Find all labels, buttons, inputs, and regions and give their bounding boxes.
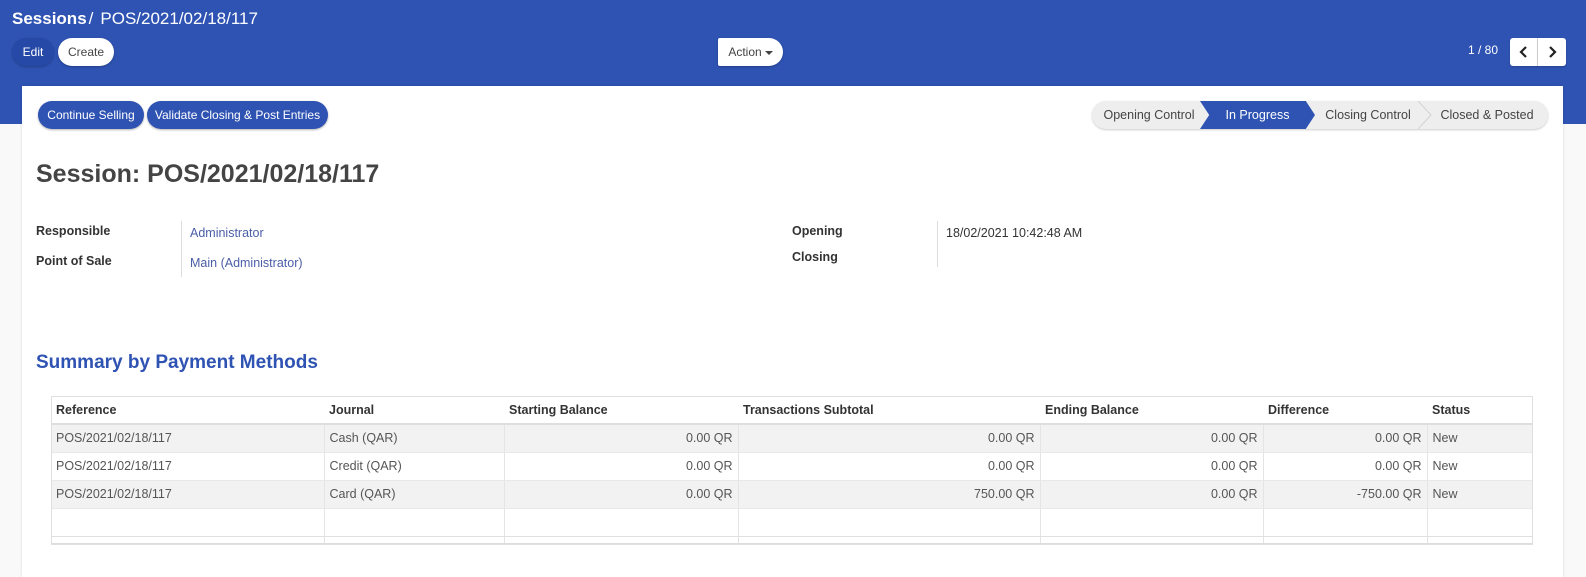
table-footer-row: [51, 536, 1533, 544]
table-header-row: Reference Journal Starting Balance Trans…: [51, 396, 1533, 425]
table-row[interactable]: POS/2021/02/18/117 Card (QAR) 0.00 QR 75…: [51, 480, 1533, 509]
point-of-sale-value[interactable]: Main (Administrator): [190, 256, 303, 270]
opening-label: Opening: [792, 224, 843, 238]
opening-value: 18/02/2021 10:42:48 AM: [946, 226, 1083, 240]
action-dropdown[interactable]: Action: [718, 38, 783, 66]
section-title: Summary by Payment Methods: [36, 352, 318, 373]
status-bar: Opening Control In Progress Closing Cont…: [1092, 101, 1548, 129]
pager-previous-button[interactable]: [1510, 38, 1538, 66]
cell-transactions-subtotal: 0.00 QR: [738, 424, 1041, 453]
cell-reference: POS/2021/02/18/117: [51, 424, 325, 453]
breadcrumb-sessions-link[interactable]: Sessions: [12, 9, 87, 28]
create-button[interactable]: Create: [58, 38, 114, 66]
column-header: Difference: [1263, 396, 1427, 425]
cell-starting-balance: 0.00 QR: [504, 424, 739, 453]
cell-ending-balance: 0.00 QR: [1040, 424, 1264, 453]
cell-difference: 0.00 QR: [1263, 424, 1428, 453]
chevron-right-icon: [1549, 46, 1557, 58]
cell-journal: Card (QAR): [324, 480, 505, 509]
chevron-left-icon: [1518, 46, 1527, 58]
stage-opening-control[interactable]: Opening Control: [1092, 101, 1206, 129]
cell-difference: -750.00 QR: [1263, 480, 1428, 509]
column-header: Starting Balance: [504, 396, 738, 425]
responsible-value[interactable]: Administrator: [190, 226, 264, 240]
stage-closing-control[interactable]: Closing Control: [1316, 101, 1420, 129]
field-divider: [937, 221, 938, 267]
cell-journal: Cash (QAR): [324, 424, 505, 453]
edit-button[interactable]: Edit: [12, 38, 54, 66]
continue-selling-button[interactable]: Continue Selling: [38, 101, 144, 129]
action-dropdown-label: Action: [728, 45, 762, 59]
closing-label: Closing: [792, 250, 838, 264]
cell-reference: POS/2021/02/18/117: [51, 452, 325, 481]
cell-starting-balance: 0.00 QR: [504, 452, 739, 481]
page-title: Session: POS/2021/02/18/117: [36, 160, 380, 188]
cell-reference: POS/2021/02/18/117: [51, 480, 325, 509]
cell-status: New: [1427, 480, 1533, 509]
cell-journal: Credit (QAR): [324, 452, 505, 481]
caret-down-icon: [764, 50, 773, 55]
payment-methods-table: Reference Journal Starting Balance Trans…: [51, 396, 1533, 544]
empty-row: [51, 508, 1533, 537]
column-header: Reference: [51, 396, 324, 425]
cell-ending-balance: 0.00 QR: [1040, 480, 1264, 509]
stage-closed-posted[interactable]: Closed & Posted: [1430, 101, 1544, 129]
responsible-label: Responsible: [36, 224, 111, 238]
stage-in-progress[interactable]: In Progress: [1200, 101, 1315, 129]
cell-starting-balance: 0.00 QR: [504, 480, 739, 509]
cell-difference: 0.00 QR: [1263, 452, 1428, 481]
cell-status: New: [1427, 452, 1533, 481]
table-row[interactable]: POS/2021/02/18/117 Credit (QAR) 0.00 QR …: [51, 452, 1533, 481]
pager-value[interactable]: 1 / 80: [1468, 43, 1498, 57]
point-of-sale-label: Point of Sale: [36, 254, 112, 268]
column-header: Status: [1427, 396, 1533, 425]
field-divider: [181, 221, 182, 277]
column-header: Ending Balance: [1040, 396, 1263, 425]
pager-next-button[interactable]: [1538, 38, 1566, 66]
column-header: Transactions Subtotal: [738, 396, 1040, 425]
table-row[interactable]: POS/2021/02/18/117 Cash (QAR) 0.00 QR 0.…: [51, 424, 1533, 453]
breadcrumb-current: POS/2021/02/18/117: [100, 9, 258, 28]
cell-transactions-subtotal: 0.00 QR: [738, 452, 1041, 481]
column-header: Journal: [324, 396, 504, 425]
breadcrumb-separator: /: [88, 9, 94, 28]
cell-status: New: [1427, 424, 1533, 453]
validate-closing-button[interactable]: Validate Closing & Post Entries: [147, 101, 328, 129]
cell-transactions-subtotal: 750.00 QR: [738, 480, 1041, 509]
cell-ending-balance: 0.00 QR: [1040, 452, 1264, 481]
breadcrumb: Sessions / POS/2021/02/18/117: [12, 9, 258, 29]
